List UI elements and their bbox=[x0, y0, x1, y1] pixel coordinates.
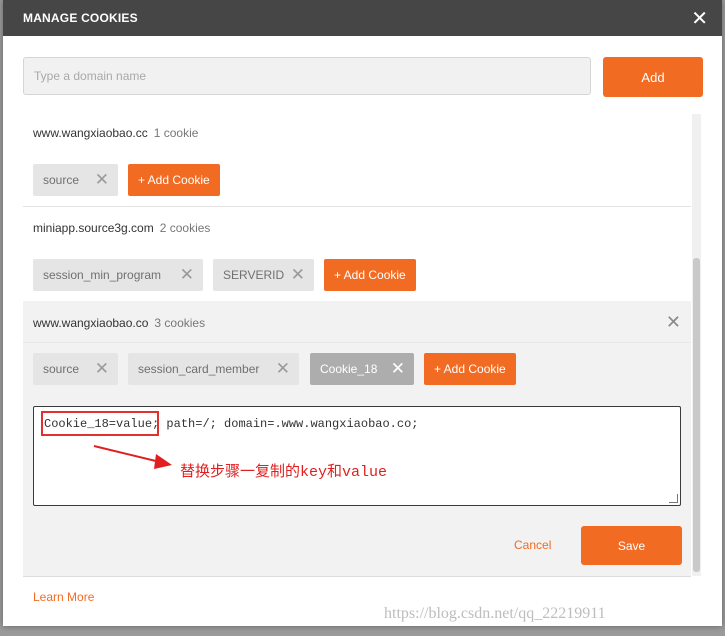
remove-cookie-icon[interactable]: ✕ bbox=[95, 353, 109, 385]
domain-section-expanded: www.wangxiaobao.co 3 cookies ✕ source ✕ s… bbox=[23, 301, 691, 576]
section-divider bbox=[23, 342, 691, 343]
add-cookie-button[interactable]: + Add Cookie bbox=[424, 353, 516, 385]
domain-name: www.wangxiaobao.co bbox=[33, 316, 149, 330]
cancel-button[interactable]: Cancel bbox=[514, 538, 551, 552]
scrollbar[interactable] bbox=[692, 114, 701, 576]
add-cookie-button[interactable]: + Add Cookie bbox=[128, 164, 220, 196]
cookie-count: 3 cookies bbox=[154, 316, 206, 330]
close-icon[interactable]: ✕ bbox=[691, 6, 708, 31]
cookie-chip[interactable]: SERVERID ✕ bbox=[213, 259, 314, 291]
cookie-count: 2 cookies bbox=[159, 221, 211, 235]
cookie-attributes-text: ; path=/; domain=.www.wangxiaobao.co; bbox=[152, 417, 419, 431]
domain-name-input[interactable] bbox=[23, 57, 591, 95]
cookie-chip[interactable]: session_card_member ✕ bbox=[128, 353, 299, 385]
add-cookie-button[interactable]: + Add Cookie bbox=[324, 259, 416, 291]
cookie-chip-selected[interactable]: Cookie_18 ✕ bbox=[310, 353, 414, 385]
cookie-chip-label: session_min_program bbox=[43, 268, 162, 282]
manage-cookies-dialog: MANAGE COOKIES ✕ Add www.wangxiaobao.cc 1… bbox=[3, 0, 722, 626]
scrollbar-thumb[interactable] bbox=[693, 258, 700, 572]
cookie-chip[interactable]: source ✕ bbox=[33, 164, 118, 196]
remove-cookie-icon[interactable]: ✕ bbox=[276, 353, 290, 385]
cookie-domain-list: www.wangxiaobao.cc 1 cookie source ✕ + Ad… bbox=[23, 114, 691, 576]
cookie-chip-label: Cookie_18 bbox=[320, 362, 378, 376]
remove-domain-icon[interactable]: ✕ bbox=[666, 312, 681, 333]
remove-cookie-icon[interactable]: ✕ bbox=[95, 164, 109, 196]
learn-more-link[interactable]: Learn More bbox=[33, 590, 94, 604]
domain-name: www.wangxiaobao.cc bbox=[33, 126, 148, 140]
remove-cookie-icon[interactable]: ✕ bbox=[291, 259, 305, 291]
dialog-title: MANAGE COOKIES bbox=[23, 11, 138, 25]
domain-header: www.wangxiaobao.cc 1 cookie bbox=[33, 126, 198, 140]
cookie-chip[interactable]: session_min_program ✕ bbox=[33, 259, 203, 291]
resize-handle[interactable] bbox=[669, 494, 678, 503]
cookie-key-value: Cookie_18=value bbox=[41, 411, 159, 436]
save-button[interactable]: Save bbox=[581, 526, 682, 565]
cookie-chip-label: session_card_member bbox=[138, 362, 260, 376]
remove-cookie-icon[interactable]: ✕ bbox=[391, 353, 405, 385]
cookie-editor[interactable]: Cookie_18=value; path=/; domain=.www.wan… bbox=[33, 406, 681, 506]
domain-section: www.wangxiaobao.cc 1 cookie source ✕ + Ad… bbox=[23, 114, 691, 207]
watermark: https://blog.csdn.net/qq_22219911 bbox=[384, 605, 606, 622]
dialog-titlebar: MANAGE COOKIES ✕ bbox=[3, 0, 722, 36]
domain-name: miniapp.source3g.com bbox=[33, 221, 154, 235]
domain-header: miniapp.source3g.com 2 cookies bbox=[33, 221, 210, 235]
footer-divider bbox=[23, 576, 691, 577]
cookie-count: 1 cookie bbox=[153, 126, 199, 140]
annotation-text: 替换步骤一复制的key和value bbox=[180, 464, 388, 481]
domain-section: miniapp.source3g.com 2 cookies session_mi… bbox=[23, 207, 691, 300]
cookie-chip[interactable]: source ✕ bbox=[33, 353, 118, 385]
highlight-box bbox=[41, 411, 159, 436]
cookie-chip-label: source bbox=[43, 173, 80, 187]
remove-cookie-icon[interactable]: ✕ bbox=[180, 259, 194, 291]
arrow-icon bbox=[93, 445, 172, 469]
cookie-chip-label: SERVERID bbox=[223, 268, 285, 282]
add-domain-button[interactable]: Add bbox=[603, 57, 703, 97]
cookie-chip-label: source bbox=[43, 362, 80, 376]
domain-header: www.wangxiaobao.co 3 cookies bbox=[33, 316, 205, 330]
